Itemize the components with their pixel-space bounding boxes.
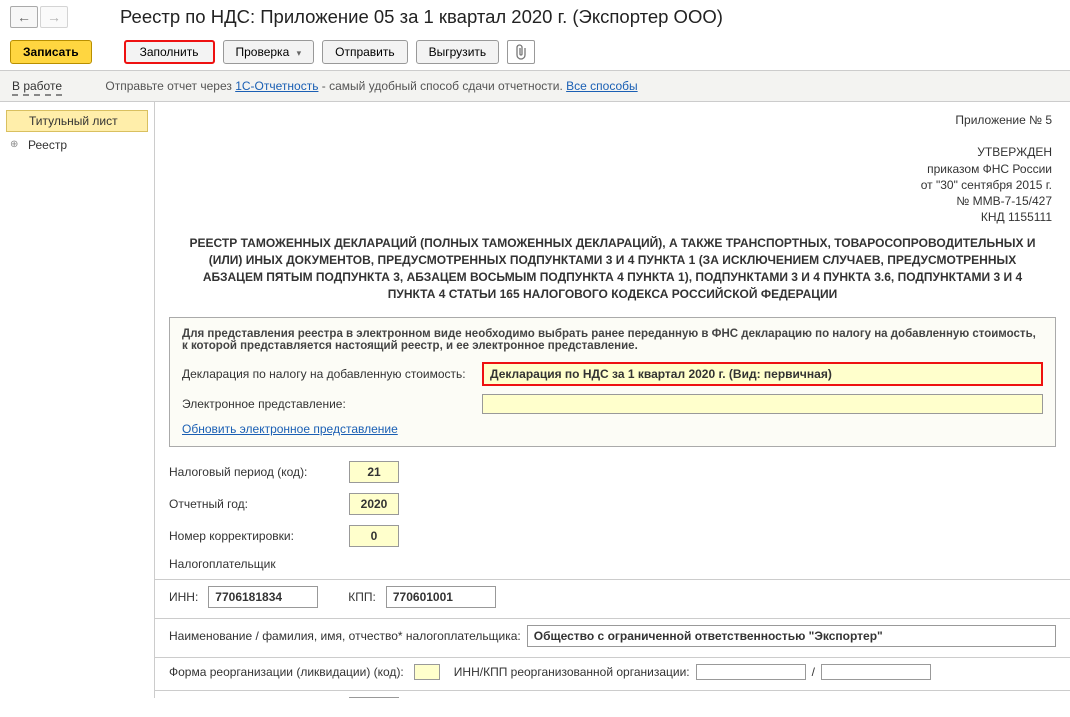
period-label: Налоговый период (код): [169, 465, 339, 479]
sidebar-item-registry[interactable]: ⊕ Реестр [0, 134, 154, 156]
content: Приложение № 5 УТВЕРЖДЕН приказом ФНС Ро… [155, 102, 1070, 698]
erepr-field[interactable] [482, 394, 1043, 414]
reorg-label: Форма реорганизации (ликвидации) (код): [169, 665, 404, 679]
check-button[interactable]: Проверка ▾ [223, 40, 315, 64]
taxcode-field[interactable]: 7706 [349, 697, 399, 699]
name-label: Наименование / фамилия, имя, отчество* н… [169, 629, 521, 643]
reorg-code-field[interactable] [414, 664, 440, 680]
erepr-label: Электронное представление: [182, 397, 482, 411]
info-text: Отправьте отчет через [105, 79, 235, 93]
sidebar-item-label: Реестр [28, 138, 67, 152]
panel-hint: Для представления реестра в электронном … [182, 328, 1043, 352]
status-badge[interactable]: В работе [12, 79, 62, 96]
nav-fwd-button[interactable]: → [40, 6, 68, 28]
taxpayer-heading: Налогоплательщик [169, 557, 1056, 571]
decl-value-field[interactable]: Декларация по НДС за 1 квартал 2020 г. (… [482, 362, 1043, 386]
page-title: Реестр по НДС: Приложение 05 за 1 кварта… [120, 6, 723, 28]
check-label: Проверка [236, 45, 290, 59]
period-field[interactable]: 21 [349, 461, 399, 483]
slash: / [812, 665, 815, 679]
sidebar: Титульный лист ⊕ Реестр [0, 102, 155, 698]
sidebar-item-title[interactable]: Титульный лист [6, 110, 148, 132]
kpp-label: КПП: [348, 590, 376, 604]
approval-block: Приложение № 5 УТВЕРЖДЕН приказом ФНС Ро… [169, 112, 1052, 225]
reorg-kpp-field[interactable] [821, 664, 931, 680]
name-field[interactable]: Общество с ограниченной ответственностью… [527, 625, 1056, 647]
kpp-field[interactable]: 770601001 [386, 586, 496, 608]
inn-field[interactable]: 7706181834 [208, 586, 318, 608]
attach-icon[interactable] [507, 40, 535, 64]
document-heading: РЕЕСТР ТАМОЖЕННЫХ ДЕКЛАРАЦИЙ (ПОЛНЫХ ТАМ… [179, 235, 1046, 302]
link-all[interactable]: Все способы [566, 79, 638, 93]
update-repr-link[interactable]: Обновить электронное представление [182, 422, 398, 436]
info-text2: - самый удобный способ сдачи отчетности. [322, 79, 566, 93]
record-button[interactable]: Записать [10, 40, 92, 64]
inn-label: ИНН: [169, 590, 198, 604]
decl-label: Декларация по налогу на добавленную стои… [182, 367, 482, 381]
corr-label: Номер корректировки: [169, 529, 339, 543]
reorg-innkpp-label: ИНН/КПП реорганизованной организации: [454, 665, 690, 679]
corr-field[interactable]: 0 [349, 525, 399, 547]
year-label: Отчетный год: [169, 497, 339, 511]
send-button[interactable]: Отправить [322, 40, 408, 64]
expand-icon[interactable]: ⊕ [10, 139, 18, 150]
link-1c[interactable]: 1С-Отчетность [235, 79, 318, 93]
nav-back-button[interactable]: ← [10, 6, 38, 28]
reorg-inn-field[interactable] [696, 664, 806, 680]
export-button[interactable]: Выгрузить [416, 40, 500, 64]
year-field[interactable]: 2020 [349, 493, 399, 515]
chevron-down-icon: ▾ [297, 48, 302, 58]
fill-button[interactable]: Заполнить [124, 40, 215, 64]
declaration-panel: Для представления реестра в электронном … [169, 317, 1056, 447]
